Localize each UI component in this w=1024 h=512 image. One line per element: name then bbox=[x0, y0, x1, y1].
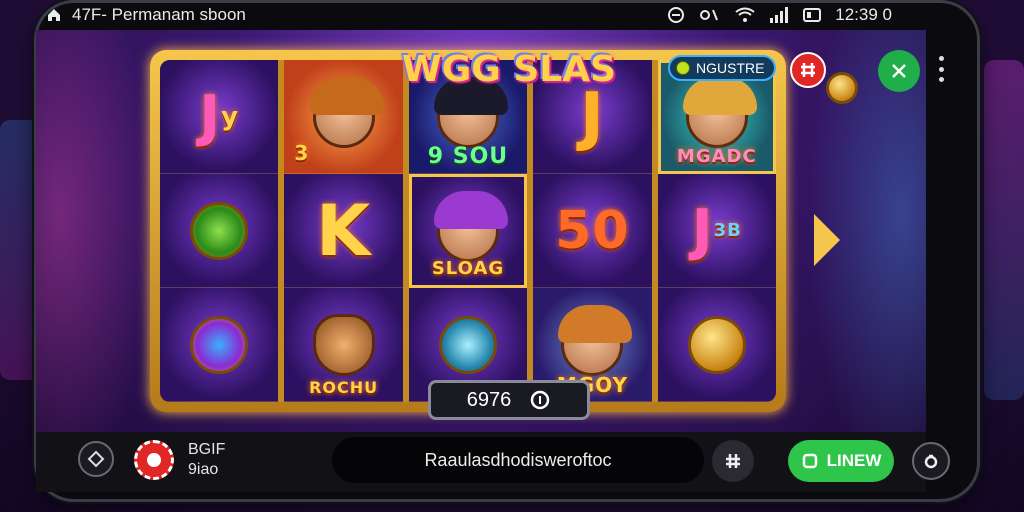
girl-face-icon bbox=[682, 77, 757, 148]
symbol-ring bbox=[160, 288, 279, 402]
signal-icon bbox=[769, 7, 789, 23]
close-icon bbox=[892, 64, 906, 78]
symbol-gold-coins bbox=[657, 288, 776, 402]
lock-button[interactable] bbox=[912, 442, 950, 480]
home-icon bbox=[46, 7, 62, 23]
reel-3: 9 SOU SLOAG bbox=[408, 60, 528, 402]
symbol-face-purple: SLOAG bbox=[408, 174, 528, 288]
reel-2: 3 K ROCHU bbox=[284, 60, 403, 402]
chip-icon bbox=[147, 453, 161, 467]
alarm-icon bbox=[699, 6, 721, 24]
game-menu-button[interactable] bbox=[790, 52, 826, 88]
symbol-mgadc-label: MGADC bbox=[676, 146, 757, 167]
menu-dots-icon[interactable] bbox=[936, 56, 946, 82]
symbol-face-blond: 3 bbox=[284, 60, 403, 174]
message-text: Raaulasdhodisweroftoc bbox=[424, 449, 612, 470]
symbol-j3-letter: J bbox=[691, 198, 714, 263]
reel-1: J y bbox=[160, 60, 279, 402]
coin-mini-icon bbox=[676, 61, 690, 75]
symbol-rochu-label: ROCHU bbox=[309, 378, 379, 397]
status-left-text: 47F- Permanam sboon bbox=[72, 5, 246, 24]
bet-top-label: BGIF bbox=[188, 441, 226, 458]
status-time: 12:39 0 bbox=[835, 5, 892, 24]
symbol-9sou-label: 9 SOU bbox=[427, 144, 509, 169]
symbol-jy-suffix: y bbox=[221, 101, 240, 132]
status-bar: 47F- Permanam sboon 12:39 0 bbox=[46, 0, 926, 30]
diamond-icon bbox=[87, 450, 105, 468]
symbol-sloag-label: SLOAG bbox=[431, 258, 505, 279]
reels-grid: J y 3 K ROCHU 9 SOU SLOAG J 50 MGOY MGAD… bbox=[160, 60, 776, 402]
wifi-icon bbox=[735, 7, 755, 23]
refresh-icon bbox=[802, 453, 817, 469]
hash-icon bbox=[726, 454, 740, 468]
do-not-disturb-icon bbox=[667, 6, 685, 24]
fox-face-icon bbox=[312, 313, 375, 376]
message-bar: Raaulasdhodisweroftoc bbox=[332, 437, 704, 483]
grid-icon bbox=[801, 63, 815, 77]
game-title: WGG SLAS bbox=[402, 48, 616, 90]
symbol-j3: J 3B bbox=[657, 174, 776, 288]
symbol-jy-letter: J bbox=[199, 84, 222, 149]
battery-icon bbox=[803, 7, 822, 23]
scene: 47F- Permanam sboon 12:39 0 J y 3 K ROCH… bbox=[0, 0, 1024, 512]
boy-face-icon bbox=[558, 304, 633, 376]
symbol-k-letter: K bbox=[315, 189, 372, 272]
symbol-50: 50 bbox=[533, 174, 652, 288]
bet-chip-button[interactable] bbox=[134, 440, 174, 480]
ring-icon bbox=[190, 315, 249, 374]
reel-4: J 50 MGOY bbox=[533, 60, 652, 402]
balance-value: 6976 bbox=[466, 388, 512, 411]
symbol-jy: J y bbox=[160, 60, 279, 174]
next-arrow-icon[interactable] bbox=[814, 214, 840, 266]
purple-hair-face-icon bbox=[433, 191, 508, 262]
symbol-33-label: 3 bbox=[294, 141, 310, 165]
gold-coin-stack-icon bbox=[687, 315, 746, 374]
bet-info: BGIF 9iao bbox=[188, 440, 225, 480]
symbol-spin-top bbox=[160, 174, 279, 288]
teapot-icon bbox=[438, 315, 497, 374]
symbol-3b-label: 3B bbox=[713, 220, 742, 241]
grid-button[interactable] bbox=[712, 440, 754, 482]
register-label: NGUSTRE bbox=[696, 60, 765, 76]
symbol-fox: ROCHU bbox=[284, 288, 403, 402]
blond-face-icon bbox=[309, 76, 384, 148]
dark-face-icon bbox=[433, 76, 508, 148]
register-button[interactable]: NGUSTRE bbox=[668, 55, 776, 81]
slot-frame: J y 3 K ROCHU 9 SOU SLOAG J 50 MGOY MGAD… bbox=[150, 50, 786, 412]
lock-icon bbox=[924, 454, 938, 469]
corner-coin-icon bbox=[826, 72, 858, 104]
background-arcade-right bbox=[984, 60, 1024, 400]
close-button[interactable] bbox=[878, 50, 920, 92]
symbol-k: K bbox=[284, 174, 403, 288]
reel-5: MGADC J 3B bbox=[657, 60, 776, 402]
diamond-button[interactable] bbox=[78, 441, 114, 477]
left-glow bbox=[36, 30, 156, 492]
balance-display: 6976 bbox=[428, 380, 590, 420]
spin-label: LINEW bbox=[826, 451, 882, 470]
spin-button[interactable]: LINEW bbox=[788, 440, 894, 482]
spinning-top-icon bbox=[190, 201, 249, 260]
bet-bottom-label: 9iao bbox=[188, 461, 219, 478]
symbol-50-label: 50 bbox=[555, 200, 630, 261]
info-circle-icon[interactable] bbox=[529, 389, 551, 411]
